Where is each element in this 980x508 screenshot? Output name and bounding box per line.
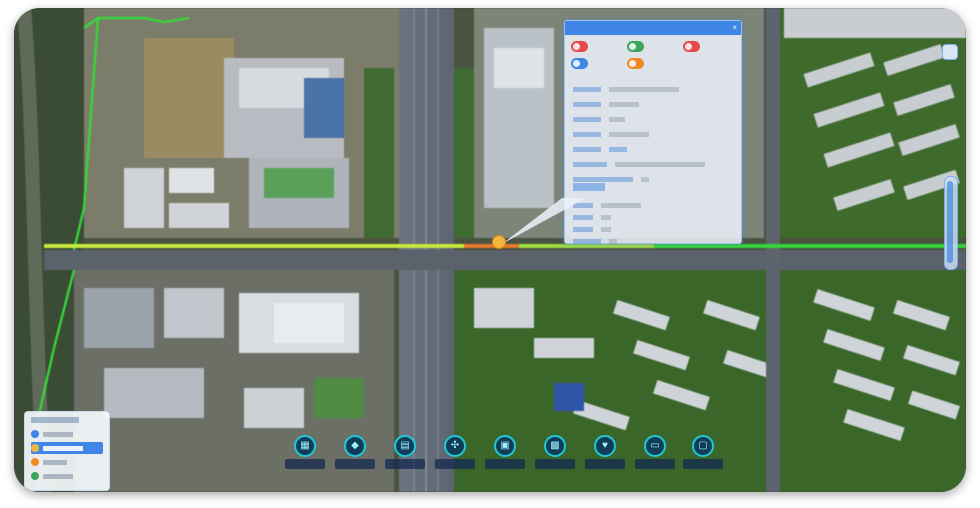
bottom-toolbar: ▦ ◆ ▤ ✣ ▣ ▩ ♥ ▭ ▢ — [284, 435, 724, 475]
toolbar-item[interactable]: ▣ — [484, 435, 526, 475]
marker-icon — [31, 458, 39, 466]
toolbar-item[interactable]: ▭ — [634, 435, 676, 475]
pin-icon — [31, 430, 39, 438]
toolbar-item[interactable]: ▤ — [384, 435, 426, 475]
toolbar-item[interactable]: ✣ — [434, 435, 476, 475]
popup-tag-1[interactable] — [571, 41, 588, 52]
car-icon: ▭ — [644, 435, 666, 457]
network-icon: ✣ — [444, 435, 466, 457]
city-3d-map[interactable] — [14, 8, 966, 492]
popup-field — [573, 221, 723, 233]
toolbar-item[interactable]: ▢ — [682, 435, 724, 475]
popup-field — [573, 197, 723, 209]
popup-pointer — [502, 198, 586, 244]
circle-icon — [629, 43, 636, 50]
popup-field — [573, 233, 723, 245]
popup-tag-3[interactable] — [683, 41, 700, 52]
map-legend — [24, 411, 110, 491]
popup-header: × — [565, 21, 741, 35]
popup-field — [573, 96, 723, 108]
map-icon: ▦ — [294, 435, 316, 457]
circle-icon — [573, 43, 580, 50]
popup-field — [573, 141, 723, 153]
toolbar-item[interactable]: ♥ — [584, 435, 626, 475]
popup-field — [573, 209, 723, 221]
legend-item[interactable] — [31, 428, 103, 440]
legend-item[interactable] — [31, 456, 103, 468]
marker-icon — [31, 472, 39, 480]
marker-icon — [31, 444, 39, 452]
popup-section-header — [573, 183, 605, 191]
circle-icon — [685, 43, 692, 50]
selected-pipe-marker-icon[interactable] — [492, 235, 506, 249]
toolbar-item[interactable]: ▩ — [534, 435, 576, 475]
popup-tag-5[interactable] — [627, 58, 644, 69]
popup-tag-4[interactable] — [571, 58, 588, 69]
popup-field — [573, 126, 723, 138]
map-viewport[interactable]: × ▦ ◆ ▤ ✣ ▣ ▩ ♥ ▭ ▢ — [14, 8, 966, 492]
popup-field — [573, 111, 723, 123]
shield-icon: ◆ — [344, 435, 366, 457]
circle-icon — [629, 60, 636, 67]
toolbar-item[interactable]: ▦ — [284, 435, 326, 475]
legend-item[interactable] — [31, 470, 103, 482]
toolbar-item[interactable]: ◆ — [334, 435, 376, 475]
document-icon: ▤ — [394, 435, 416, 457]
popup-field — [573, 171, 723, 183]
circle-icon — [573, 60, 580, 67]
city-map-svg — [14, 8, 966, 492]
legend-item[interactable] — [31, 442, 103, 454]
report-icon: ▣ — [494, 435, 516, 457]
popup-field — [573, 81, 723, 93]
zoom-slider-thumb[interactable] — [947, 181, 953, 263]
legend-title — [31, 417, 79, 423]
zoom-slider-icon[interactable] — [944, 176, 958, 270]
grid-icon: ▩ — [544, 435, 566, 457]
popup-field — [573, 156, 723, 168]
layer-icon[interactable] — [942, 44, 958, 60]
close-icon[interactable]: × — [732, 21, 737, 35]
heart-icon: ♥ — [594, 435, 616, 457]
popup-tag-2[interactable] — [627, 41, 644, 52]
monitor-icon: ▢ — [692, 435, 714, 457]
